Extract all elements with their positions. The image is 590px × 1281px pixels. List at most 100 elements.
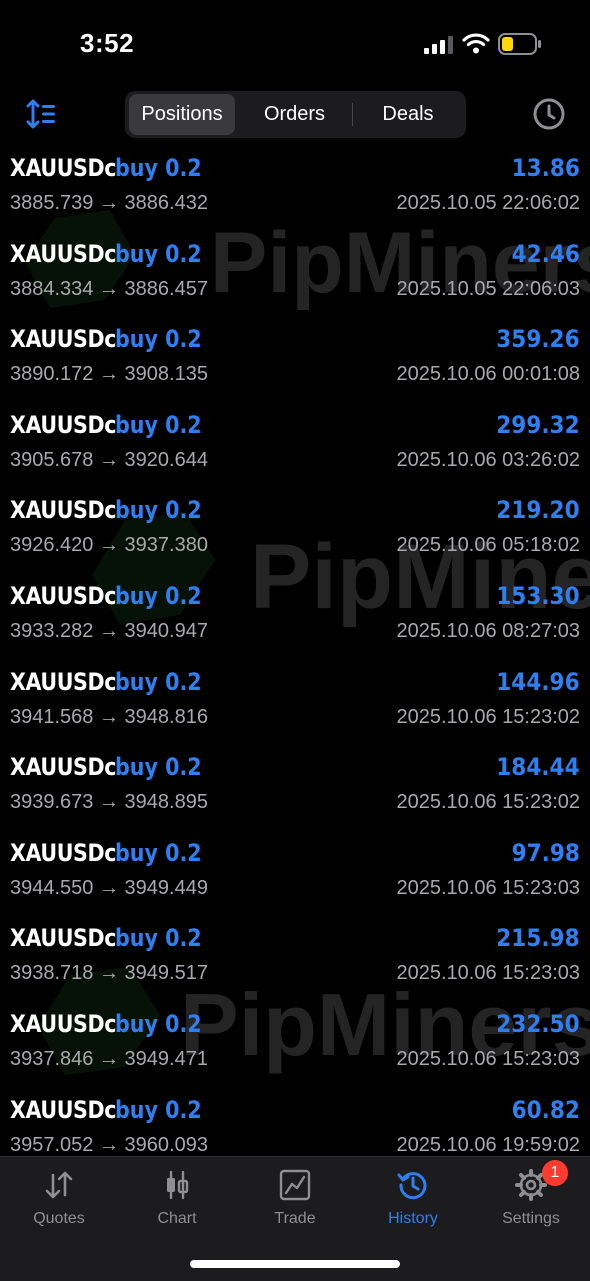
row-side-volume: buy 0.2: [115, 924, 202, 953]
row-datetime: 2025.10.05 22:06:02: [396, 192, 580, 214]
position-row[interactable]: XAUUSDc buy 0.2 97.98 3944.550 → 3949.44…: [0, 831, 590, 917]
tab-label: Chart: [157, 1210, 197, 1227]
row-profit: 13.86: [511, 154, 580, 182]
row-profit: 153.30: [496, 581, 580, 610]
tab-label: Quotes: [33, 1210, 85, 1227]
row-side-volume: buy 0.2: [115, 325, 202, 354]
tab-trade[interactable]: Trade: [236, 1157, 354, 1247]
position-row[interactable]: XAUUSDc buy 0.2 232.50 3937.846 → 3949.4…: [0, 1002, 590, 1088]
row-prices: 3890.172 → 3908.135: [10, 363, 208, 386]
tab-settings[interactable]: Settings: [472, 1157, 590, 1247]
row-prices: 3884.334 → 3886.457: [10, 277, 208, 300]
segment-orders[interactable]: Orders: [238, 94, 351, 135]
row-symbol: XAUUSDc: [10, 1095, 116, 1124]
row-side-volume: buy 0.2: [115, 410, 202, 439]
row-symbol: XAUUSDc: [10, 154, 116, 182]
row-profit: 232.50: [496, 1009, 580, 1038]
row-side-volume: buy 0.2: [115, 1009, 202, 1038]
position-row[interactable]: XAUUSDc buy 0.2 42.46 3884.334 → 3886.45…: [0, 232, 590, 318]
row-profit: 144.96: [496, 667, 580, 696]
position-row[interactable]: XAUUSDc buy 0.2 359.26 3890.172 → 3908.1…: [0, 317, 590, 403]
tab-label: History: [388, 1210, 438, 1227]
tab-history[interactable]: History: [354, 1157, 472, 1247]
row-symbol: XAUUSDc: [10, 410, 116, 439]
row-side-volume: buy 0.2: [115, 239, 202, 268]
history-clock-icon: [397, 1172, 427, 1200]
row-datetime: 2025.10.06 00:01:08: [396, 363, 580, 386]
row-prices: 3926.420 → 3937.380: [10, 534, 208, 557]
segment-positions[interactable]: Positions: [129, 94, 235, 135]
position-row[interactable]: XAUUSDc buy 0.2 153.30 3933.282 → 3940.9…: [0, 574, 590, 660]
settings-notification-badge: 1: [542, 1160, 568, 1186]
position-row[interactable]: XAUUSDc buy 0.2 144.96 3941.568 → 3948.8…: [0, 660, 590, 746]
status-bar: 3:52: [0, 0, 590, 88]
trade-chart-icon: [279, 1169, 311, 1201]
position-row[interactable]: XAUUSDc buy 0.2 60.82 3957.052 → 3960.09…: [0, 1088, 590, 1156]
position-row[interactable]: XAUUSDc buy 0.2 219.20 3926.420 → 3937.3…: [0, 488, 590, 574]
tab-quotes[interactable]: Quotes: [0, 1157, 118, 1247]
row-profit: 219.20: [496, 496, 580, 525]
row-datetime: 2025.10.06 15:23:03: [396, 962, 580, 985]
position-row[interactable]: XAUUSDc buy 0.2 215.98 3938.718 → 3949.5…: [0, 916, 590, 1002]
row-profit: 42.46: [511, 239, 580, 268]
sort-icon[interactable]: [26, 98, 58, 130]
row-datetime: 2025.10.06 15:23:03: [396, 1047, 580, 1070]
candlestick-icon: [167, 1170, 189, 1200]
row-datetime: 2025.10.06 19:59:02: [396, 1133, 580, 1156]
quotes-arrows-icon: [45, 1171, 73, 1199]
row-side-volume: buy 0.2: [115, 1095, 202, 1124]
history-segmented-control: Positions Orders Deals: [125, 91, 466, 138]
row-prices: 3938.718 → 3949.517: [10, 962, 208, 985]
row-datetime: 2025.10.06 08:27:03: [396, 619, 580, 642]
row-prices: 3941.568 → 3948.816: [10, 705, 208, 728]
position-row[interactable]: XAUUSDc buy 0.2 13.86 3885.739 → 3886.43…: [0, 146, 590, 232]
battery-icon: [498, 33, 541, 55]
period-clock-icon[interactable]: [532, 97, 566, 131]
row-profit: 215.98: [496, 924, 580, 953]
row-profit: 97.98: [511, 838, 580, 867]
wifi-icon: [462, 33, 490, 54]
tab-label: Trade: [274, 1210, 316, 1227]
row-prices: 3944.550 → 3949.449: [10, 876, 208, 899]
row-side-volume: buy 0.2: [115, 154, 202, 182]
row-datetime: 2025.10.06 03:26:02: [396, 448, 580, 471]
row-prices: 3885.739 → 3886.432: [10, 192, 208, 214]
row-symbol: XAUUSDc: [10, 1009, 116, 1038]
row-side-volume: buy 0.2: [115, 496, 202, 525]
row-symbol: XAUUSDc: [10, 239, 116, 268]
row-prices: 3939.673 → 3948.895: [10, 791, 208, 814]
tab-label: Settings: [502, 1210, 560, 1227]
row-symbol: XAUUSDc: [10, 838, 116, 867]
row-datetime: 2025.10.06 15:23:02: [396, 705, 580, 728]
row-datetime: 2025.10.06 05:18:02: [396, 534, 580, 557]
row-datetime: 2025.10.06 15:23:02: [396, 791, 580, 814]
row-side-volume: buy 0.2: [115, 667, 202, 696]
cellular-signal-icon: [424, 36, 453, 54]
row-prices: 3933.282 → 3940.947: [10, 619, 208, 642]
row-prices: 3957.052 → 3960.093: [10, 1133, 208, 1156]
row-profit: 184.44: [496, 753, 580, 782]
row-prices: 3937.846 → 3949.471: [10, 1047, 208, 1070]
row-symbol: XAUUSDc: [10, 924, 116, 953]
row-symbol: XAUUSDc: [10, 581, 116, 610]
row-symbol: XAUUSDc: [10, 325, 116, 354]
row-symbol: XAUUSDc: [10, 496, 116, 525]
home-indicator[interactable]: [190, 1260, 400, 1268]
position-row[interactable]: XAUUSDc buy 0.2 184.44 3939.673 → 3948.8…: [0, 745, 590, 831]
row-side-volume: buy 0.2: [115, 838, 202, 867]
row-prices: 3905.678 → 3920.644: [10, 448, 208, 471]
tab-chart[interactable]: Chart: [118, 1157, 236, 1247]
position-row[interactable]: XAUUSDc buy 0.2 299.32 3905.678 → 3920.6…: [0, 403, 590, 489]
row-side-volume: buy 0.2: [115, 753, 202, 782]
row-symbol: XAUUSDc: [10, 753, 116, 782]
row-datetime: 2025.10.06 15:23:03: [396, 876, 580, 899]
row-profit: 60.82: [511, 1095, 580, 1124]
status-time: 3:52: [80, 28, 135, 58]
history-positions-list: XAUUSDc buy 0.2 13.86 3885.739 → 3886.43…: [0, 146, 590, 1156]
row-datetime: 2025.10.05 22:06:03: [396, 277, 580, 300]
row-symbol: XAUUSDc: [10, 667, 116, 696]
segment-deals[interactable]: Deals: [353, 94, 463, 135]
row-profit: 359.26: [496, 325, 580, 354]
row-profit: 299.32: [496, 410, 580, 439]
row-side-volume: buy 0.2: [115, 581, 202, 610]
